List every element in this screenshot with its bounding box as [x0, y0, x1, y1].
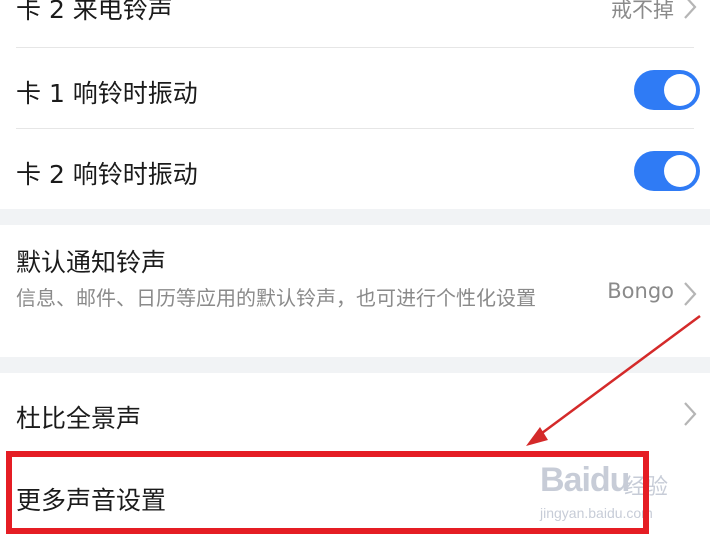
annotation-arrow-icon [526, 314, 701, 446]
sound-settings-screen: 卡 2 来电铃声 戒不掉 卡 1 响铃时振动 卡 2 响铃时振动 默认通知铃声 … [0, 0, 710, 540]
